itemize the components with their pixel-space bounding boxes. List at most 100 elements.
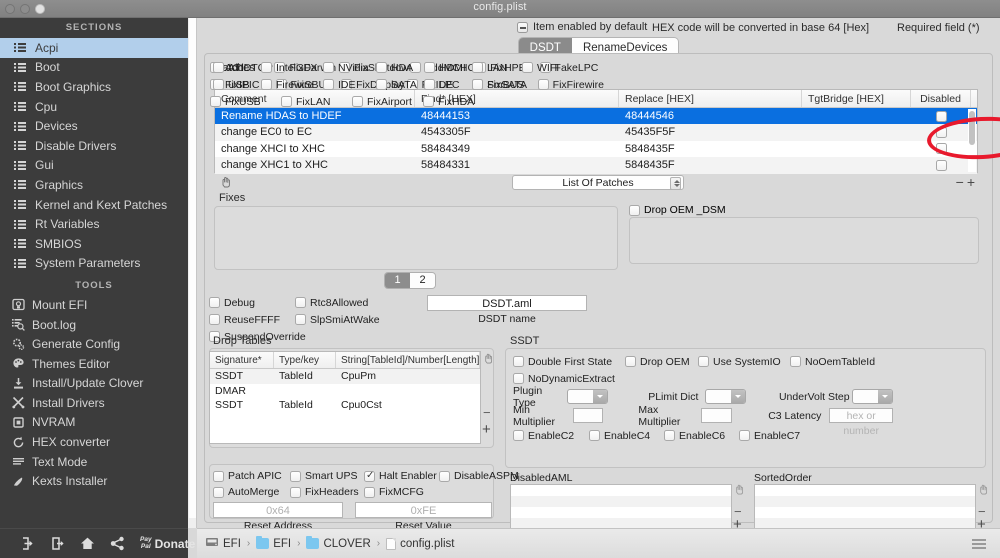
table-row[interactable]: DMAR [210, 384, 480, 399]
column-header-replace[interactable]: Replace [HEX] [619, 90, 802, 107]
sidebar-item-mount-efi[interactable]: Mount EFI [0, 295, 188, 315]
column-header-typekey[interactable]: Type/key [274, 352, 336, 368]
reset-address-input[interactable]: 0x64 [213, 502, 343, 518]
checkbox-enablec7[interactable]: EnableC7 [739, 430, 800, 442]
checkbox-use-systemio[interactable]: Use SystemIO [698, 356, 790, 368]
checkbox-box[interactable] [424, 79, 435, 90]
checkbox-box[interactable] [352, 96, 363, 107]
checkbox-lpc[interactable]: LPC [424, 79, 472, 91]
checkbox-box[interactable] [589, 430, 600, 441]
sidebar-item-system-parameters[interactable]: System Parameters [0, 254, 188, 274]
checkbox-box[interactable] [364, 486, 375, 498]
checkbox-box[interactable] [213, 62, 224, 73]
disabled-checkbox[interactable] [935, 110, 947, 122]
checkbox-ide[interactable]: IDE [323, 79, 376, 91]
checkbox-box[interactable] [323, 79, 334, 90]
column-header-disabled[interactable]: Disabled [911, 90, 971, 107]
checkbox-box[interactable] [213, 470, 224, 482]
list-of-patches-stepper[interactable] [670, 177, 681, 190]
checkbox-fixhda[interactable]: FixHDA [423, 96, 494, 108]
home-icon[interactable] [80, 536, 95, 551]
column-header-signature[interactable]: Signature* [210, 352, 274, 368]
sidebar-scrollbar[interactable] [188, 18, 197, 528]
remove-patch-button[interactable]: − [956, 174, 967, 190]
import-icon[interactable] [20, 536, 35, 551]
donate-button[interactable]: Pay Pal Donate [140, 536, 195, 550]
checkbox-enablec4[interactable]: EnableC4 [589, 430, 664, 442]
checkbox-box[interactable] [261, 79, 272, 90]
checkbox-box[interactable] [290, 470, 301, 482]
fixes-page-2[interactable]: 2 [410, 273, 435, 288]
checkbox-box[interactable] [472, 62, 483, 73]
checkbox-wifi[interactable]: WIFI [522, 62, 559, 74]
drag-handle-icon[interactable] [219, 175, 232, 193]
add-patch-button[interactable]: + [967, 174, 978, 190]
min-multiplier-input[interactable] [572, 408, 604, 423]
checkbox-box[interactable] [790, 356, 801, 367]
list-item[interactable] [755, 507, 975, 518]
sidebar-item-boot[interactable]: Boot [0, 58, 188, 78]
checkbox-drop-oem[interactable]: Drop OEM [625, 356, 698, 368]
c3-latency-input[interactable]: hex or number [829, 408, 893, 437]
checkbox-box[interactable] [472, 79, 483, 90]
checkbox-box[interactable] [364, 470, 375, 482]
checkbox-fixmcfg[interactable]: FixMCFG [364, 486, 424, 498]
checkbox-box[interactable] [323, 62, 334, 73]
export-icon[interactable] [50, 536, 65, 551]
sidebar-item-install-drivers[interactable]: Install Drivers [0, 393, 188, 413]
list-item[interactable] [755, 485, 975, 496]
sidebar-item-hex-converter[interactable]: HEX converter [0, 432, 188, 452]
list-item[interactable] [511, 485, 731, 496]
patches-scrollbar-thumb[interactable] [969, 111, 975, 145]
checkbox-smbus[interactable]: SmBUS [472, 79, 524, 91]
max-multiplier-input[interactable] [701, 408, 732, 423]
disabled-checkbox[interactable] [935, 126, 947, 138]
checkbox-box[interactable] [210, 96, 221, 107]
checkbox-box[interactable] [213, 486, 224, 498]
table-row[interactable]: SSDT TableId CpuPm [210, 369, 480, 384]
checkbox-box[interactable] [513, 430, 524, 441]
checkbox-sata[interactable]: SATA [376, 79, 424, 91]
list-item[interactable] [511, 507, 731, 518]
item-enabled-by-default-checkbox[interactable] [517, 21, 528, 33]
drag-handle-icon[interactable] [733, 482, 745, 500]
drop-oem-dsm-toggle[interactable]: Drop OEM _DSM [629, 204, 726, 216]
sidebar-item-cpu[interactable]: Cpu [0, 97, 188, 117]
checkbox-slpsmiatwake[interactable]: SlpSmiAtWake [295, 314, 380, 326]
checkbox-double-first-state[interactable]: Double First State [513, 356, 625, 368]
checkbox-box[interactable] [513, 373, 524, 384]
sidebar-item-themes-editor[interactable]: Themes Editor [0, 354, 188, 374]
breadcrumb-item-efi-folder[interactable]: EFI [256, 535, 291, 550]
sidebar-item-smbios[interactable]: SMBIOS [0, 234, 188, 254]
list-of-patches-select[interactable]: List Of Patches [512, 175, 684, 190]
checkbox-ati[interactable]: ATI [213, 62, 261, 74]
column-header-string-tableid[interactable]: String[TableId]/Number[Length] [336, 352, 480, 368]
checkbox-box[interactable] [664, 430, 675, 441]
table-row[interactable]: change EC0 to EC 4543305F 45435F5F [215, 124, 977, 141]
checkbox-box[interactable] [522, 62, 533, 73]
disabled-aml-list[interactable] [510, 484, 732, 530]
patches-add-remove[interactable]: −+ [956, 174, 978, 190]
disabled-checkbox[interactable] [935, 159, 947, 171]
checkbox-box[interactable] [513, 356, 524, 367]
column-header-tgtbridge[interactable]: TgtBridge [HEX] [802, 90, 911, 107]
drag-handle-icon[interactable] [977, 482, 989, 500]
breadcrumb-item-efi-disk[interactable]: EFI [205, 536, 241, 551]
table-row[interactable]: change XHCI to XHC 58484349 5848435F [215, 141, 977, 157]
sidebar-item-nvram[interactable]: NVRAM [0, 413, 188, 433]
checkbox-smart-ups[interactable]: Smart UPS [290, 470, 364, 482]
checkbox-disableaspm[interactable]: DisableASPM [439, 470, 519, 482]
sidebar-item-disable-drivers[interactable]: Disable Drivers [0, 136, 188, 156]
checkbox-box[interactable] [281, 96, 292, 107]
table-row[interactable]: change XHC1 to XHC 58484331 5848435F [215, 157, 977, 174]
checkbox-box[interactable] [261, 62, 272, 73]
checkbox-rtc8allowed[interactable]: Rtc8Allowed [295, 297, 368, 309]
checkbox-fixlan[interactable]: FixLAN [281, 96, 352, 108]
checkbox-box[interactable] [698, 356, 709, 367]
sidebar-item-text-mode[interactable]: Text Mode [0, 452, 188, 472]
checkbox-box[interactable] [739, 430, 750, 441]
item-enabled-by-default-row[interactable]: Item enabled by default [517, 21, 647, 33]
checkbox-enablec6[interactable]: EnableC6 [664, 430, 739, 442]
checkbox-debug[interactable]: Debug [209, 297, 295, 309]
checkbox-box[interactable] [423, 96, 434, 107]
